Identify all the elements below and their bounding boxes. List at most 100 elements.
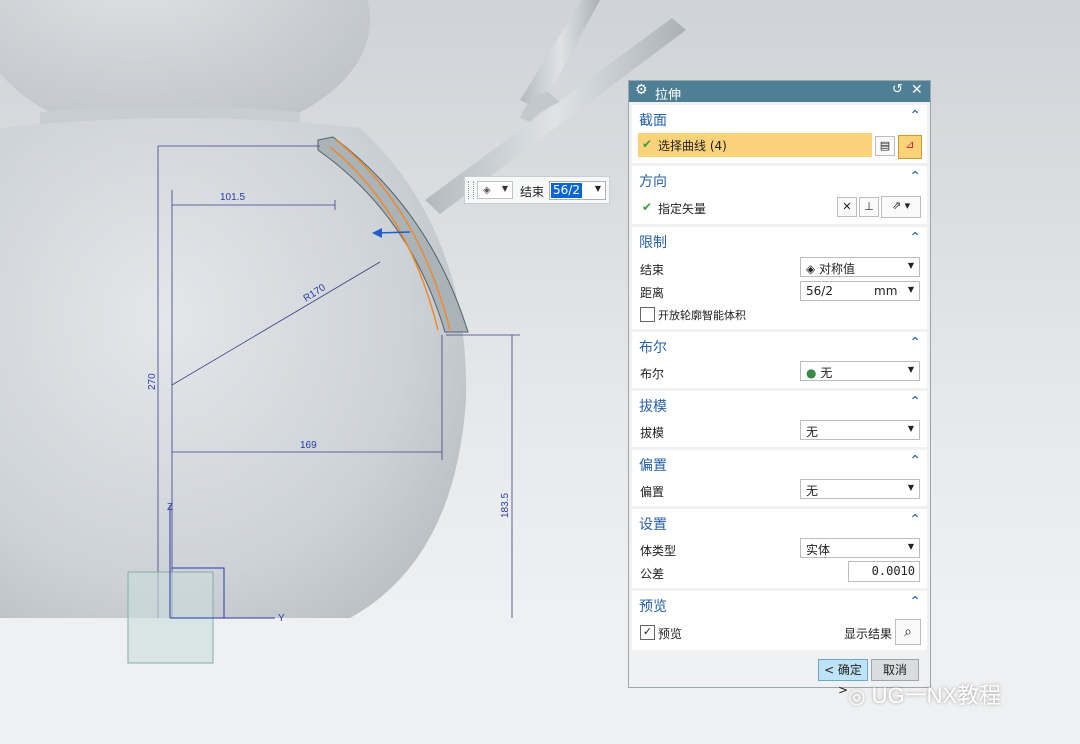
offset-label: 偏置: [640, 485, 665, 499]
gear-icon[interactable]: ⚙: [635, 82, 648, 98]
chevron-down-icon: ▼: [907, 542, 914, 551]
end-value-text[interactable]: 56/2: [551, 183, 582, 198]
offset-header[interactable]: 偏置 ⌃: [632, 450, 927, 474]
draft-dropdown[interactable]: 无 ▼: [800, 420, 920, 440]
close-icon[interactable]: ✕: [911, 82, 923, 98]
collapse-icon[interactable]: ⌃: [909, 335, 921, 351]
offset-title: 偏置: [639, 458, 667, 474]
end-label: 结束: [520, 185, 545, 199]
cube-icon: ◈: [483, 185, 491, 196]
preview-checkbox[interactable]: ✓: [640, 625, 655, 640]
watermark: ◎ UG一NX教程: [848, 678, 1001, 714]
section-group: 截面 ⌃ ✔ 选择曲线 (4) ▤ ⊿: [632, 105, 927, 163]
limit-type-dropdown[interactable]: ◈ ▼: [477, 181, 513, 199]
select-curve-label: 选择曲线 (4): [658, 139, 727, 153]
end-label: 结束: [640, 263, 665, 277]
draft-title: 拔模: [639, 399, 667, 415]
preview-group: 预览 ⌃ ✓ 预览 显示结果 ⌕: [632, 591, 927, 650]
end-type-value: 对称值: [819, 262, 856, 276]
body-type-label: 体类型: [640, 544, 677, 558]
open-profile-label: 开放轮廓智能体积: [658, 309, 746, 322]
draft-header[interactable]: 拔模 ⌃: [632, 391, 927, 415]
direction-title: 方向: [639, 174, 667, 190]
limits-header[interactable]: 限制 ⌃: [632, 227, 927, 251]
watermark-text: UG一NX教程: [871, 683, 1002, 708]
settings-header[interactable]: 设置 ⌃: [632, 509, 927, 533]
chevron-down-icon: ▼: [907, 261, 914, 270]
curve-select-icon[interactable]: ⊿: [898, 135, 922, 159]
check-icon: ✔: [642, 200, 653, 214]
boolean-group: 布尔 ⌃ 布尔 ● 无 ▼: [632, 332, 927, 388]
draft-label: 拔模: [640, 426, 665, 440]
chevron-down-icon: ▼: [907, 483, 914, 492]
chevron-down-icon: ▼: [907, 365, 914, 374]
settings-title: 设置: [639, 517, 667, 533]
collapse-icon[interactable]: ⌃: [909, 453, 921, 469]
magnifier-icon[interactable]: ⌕: [895, 619, 921, 645]
boolean-title: 布尔: [639, 340, 667, 356]
chevron-down-icon: ▼: [907, 424, 914, 433]
reset-icon[interactable]: ↺: [892, 82, 903, 97]
end-type-dropdown[interactable]: ◈ 对称值 ▼: [800, 257, 920, 277]
section-title: 截面: [639, 113, 667, 129]
collapse-icon[interactable]: ⌃: [909, 230, 921, 246]
limits-group: 限制 ⌃ 结束 ◈ 对称值 ▼ 距离 56/2 mm ▼ 开放轮廓智能体积: [632, 227, 927, 329]
distance-value[interactable]: 56/2: [806, 284, 833, 298]
cube-icon: ◈: [806, 262, 820, 276]
preview-header[interactable]: 预览 ⌃: [632, 591, 927, 615]
limits-title: 限制: [639, 235, 667, 251]
preview-label: 预览: [658, 627, 683, 641]
dim-169[interactable]: 169: [300, 440, 317, 451]
tolerance-input[interactable]: 0.0010: [848, 561, 920, 582]
end-value-input[interactable]: 56/2 ▼: [549, 181, 606, 200]
drag-grip[interactable]: [468, 181, 474, 199]
direction-header[interactable]: 方向 ⌃: [632, 166, 927, 190]
wechat-icon: ◎: [848, 686, 866, 708]
offset-value: 无: [806, 484, 819, 498]
specify-vector-label: 指定矢量: [658, 202, 707, 216]
settings-group: 设置 ⌃ 体类型 实体 ▼ 公差 0.0010: [632, 509, 927, 588]
dim-101-5[interactable]: 101.5: [220, 192, 245, 203]
collapse-icon[interactable]: ⌃: [909, 169, 921, 185]
boolean-header[interactable]: 布尔 ⌃: [632, 332, 927, 356]
dialog-title: 拉伸: [655, 88, 682, 103]
boolean-dropdown[interactable]: ● 无 ▼: [800, 361, 920, 381]
distance-label: 距离: [640, 286, 665, 300]
chevron-down-icon[interactable]: ▼: [595, 184, 601, 193]
z-axis-label: Z: [167, 502, 173, 513]
check-icon: ✔: [642, 137, 653, 151]
on-screen-input-box: ◈ ▼ 结束 56/2 ▼: [464, 176, 610, 204]
reverse-direction-icon[interactable]: ✕: [837, 197, 857, 217]
boolean-none-icon: ●: [806, 366, 817, 380]
vector-dialog-icon[interactable]: ⊥: [859, 197, 879, 217]
vector-type-dropdown[interactable]: ⇗ ▾: [881, 196, 921, 218]
preview-title: 预览: [639, 599, 667, 615]
offset-group: 偏置 ⌃ 偏置 无 ▼: [632, 450, 927, 506]
show-result-label: 显示结果: [844, 627, 893, 641]
tolerance-label: 公差: [640, 567, 665, 581]
distance-input[interactable]: 56/2 mm ▼: [800, 281, 920, 301]
draft-value: 无: [806, 425, 819, 439]
distance-unit[interactable]: mm: [874, 284, 897, 298]
collapse-icon[interactable]: ⌃: [909, 512, 921, 528]
body-type-value: 实体: [806, 543, 831, 557]
open-profile-checkbox[interactable]: [640, 307, 655, 322]
boolean-label: 布尔: [640, 367, 665, 381]
dialog-titlebar[interactable]: ⚙ 拉伸 ↺ ✕: [629, 81, 930, 103]
collapse-icon[interactable]: ⌃: [909, 394, 921, 410]
section-header[interactable]: 截面 ⌃: [632, 105, 927, 129]
tolerance-value[interactable]: 0.0010: [872, 564, 915, 578]
chevron-down-icon: ▼: [501, 184, 508, 193]
select-curve-row[interactable]: ✔ 选择曲线 (4): [638, 133, 872, 157]
offset-dropdown[interactable]: 无 ▼: [800, 479, 920, 499]
extrude-dialog: ⚙ 拉伸 ↺ ✕ 截面 ⌃ ✔ 选择曲线 (4) ▤ ⊿ 方向 ⌃ ✔ 指定矢量…: [628, 80, 931, 697]
sketch-section-icon[interactable]: ▤: [875, 136, 895, 156]
chevron-down-icon[interactable]: ▼: [908, 285, 914, 294]
body-type-dropdown[interactable]: 实体 ▼: [800, 538, 920, 558]
collapse-icon[interactable]: ⌃: [909, 108, 921, 124]
dim-270[interactable]: 270: [147, 373, 158, 390]
dim-183-5[interactable]: 183.5: [500, 493, 511, 518]
direction-group: 方向 ⌃ ✔ 指定矢量 ✕ ⊥ ⇗ ▾: [632, 166, 927, 224]
collapse-icon[interactable]: ⌃: [909, 594, 921, 610]
boolean-value: 无: [820, 366, 833, 380]
